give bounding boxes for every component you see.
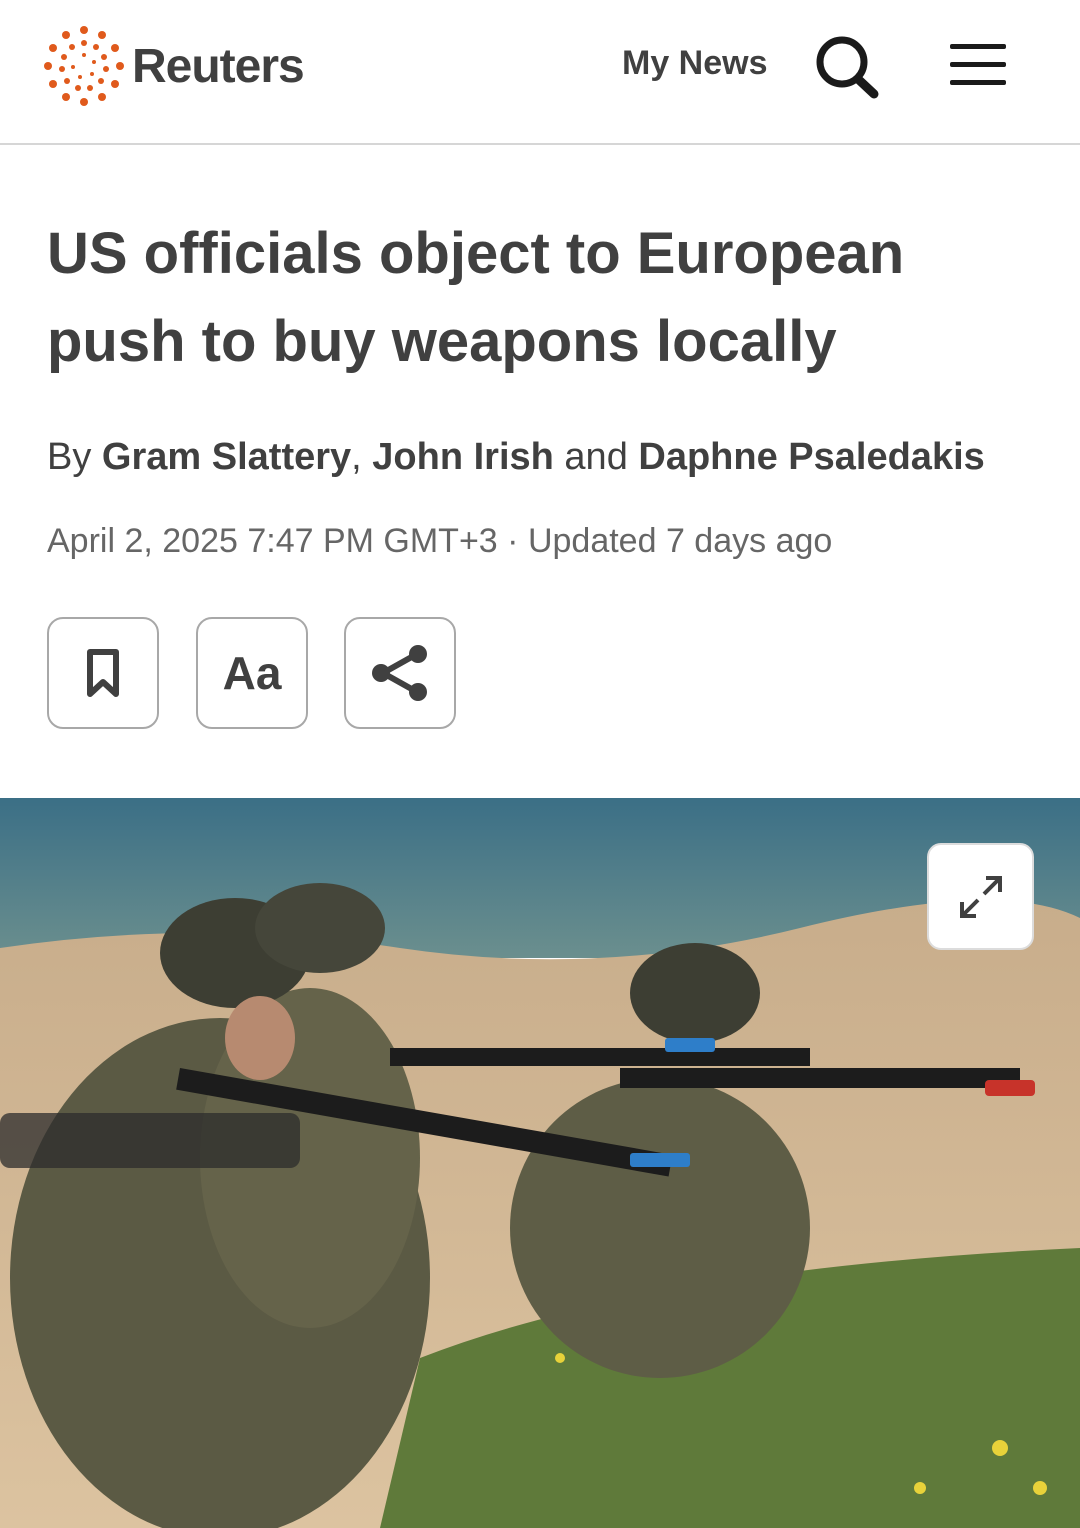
font-size-button[interactable]: Aa: [196, 617, 308, 729]
top-bar: Reuters My News: [0, 0, 1080, 145]
menu-button[interactable]: [950, 42, 1008, 88]
bookmark-button[interactable]: [47, 617, 159, 729]
article-headline: US officials object to European push to …: [47, 221, 905, 374]
font-size-label: Aa: [222, 647, 282, 699]
byline: By Gram Slattery, John Irish and Daphne …: [47, 436, 985, 479]
expand-image-button[interactable]: [927, 843, 1034, 950]
reuters-logo[interactable]: Reuters: [44, 26, 305, 106]
my-news-link[interactable]: My News: [622, 44, 768, 83]
expand-icon: [959, 875, 1002, 918]
date-separator: ·: [507, 522, 519, 560]
brand-name: Reuters: [132, 39, 305, 93]
author-link[interactable]: John Irish: [372, 436, 554, 478]
share-button[interactable]: [344, 617, 456, 729]
byline-prefix: By: [47, 436, 92, 478]
updated-text: Updated 7 days ago: [527, 522, 833, 560]
search-button[interactable]: [812, 34, 882, 100]
search-icon: [816, 36, 879, 99]
author-link[interactable]: Gram Slattery: [102, 436, 351, 478]
publish-date: April 2, 2025 7:47 PM GMT+3: [47, 522, 498, 560]
share-icon: [372, 645, 427, 701]
bookmark-icon: [87, 649, 119, 697]
soldiers-photo: [0, 798, 1080, 1528]
author-link[interactable]: Daphne Psaledakis: [638, 436, 984, 478]
byline-separator: ,: [351, 436, 362, 478]
hamburger-menu-icon: [950, 44, 1006, 85]
article-lead-image[interactable]: [0, 798, 1080, 1528]
byline-conjunction: and: [564, 436, 628, 478]
reuters-dots-logo-icon: [44, 26, 124, 106]
dateline: April 2, 2025 7:47 PM GMT+3 · Updated 7 …: [47, 522, 832, 561]
